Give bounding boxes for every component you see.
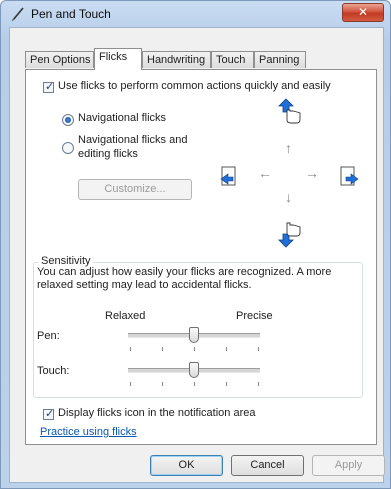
tab-pen-options[interactable]: Pen Options	[25, 51, 94, 68]
arrow-up-icon: ↑	[285, 140, 292, 156]
navigational-flicks-radio[interactable]	[62, 114, 74, 126]
precise-label: Precise	[236, 310, 273, 322]
touch-slider-tick	[162, 382, 163, 386]
checkmark-icon: ✓	[45, 81, 55, 93]
touch-slider-tick	[194, 382, 195, 386]
arrow-right-icon: →	[305, 165, 319, 181]
pen-slider-tick	[130, 347, 131, 351]
display-flicks-icon-label: Display flicks icon in the notification …	[58, 407, 256, 419]
touch-label: Touch:	[37, 365, 70, 377]
tab-touch[interactable]: Touch	[211, 51, 254, 68]
tab-panning[interactable]: Panning	[254, 51, 306, 68]
pen-slider-tick	[162, 347, 163, 351]
checkmark-icon: ✓	[45, 408, 55, 420]
sensitivity-description-line1: You can adjust how easily your flicks ar…	[37, 266, 332, 278]
ok-button[interactable]: OK	[150, 455, 223, 476]
pen-slider-tick	[194, 347, 195, 351]
arrow-down-icon: ↓	[285, 189, 292, 205]
customize-button[interactable]: Customize...	[78, 179, 192, 200]
sensitivity-description-line2: relaxed setting may lead to accidental f…	[37, 279, 252, 291]
navigational-flicks-label: Navigational flicks	[78, 112, 167, 124]
pen-slider-tick	[258, 347, 259, 351]
pen-label: Pen:	[37, 330, 60, 342]
window-title: Pen and Touch	[31, 7, 111, 21]
apply-button[interactable]: Apply	[312, 455, 385, 476]
tab-flicks[interactable]: Flicks	[94, 48, 142, 70]
touch-slider-thumb[interactable]	[189, 362, 199, 378]
use-flicks-checkbox[interactable]: ✓	[43, 81, 55, 93]
pen-slider-thumb[interactable]	[189, 327, 199, 343]
touch-slider-tick	[258, 382, 259, 386]
flick-forward-page-icon	[340, 166, 359, 186]
navigational-editing-flicks-radio[interactable]	[62, 142, 74, 154]
practice-using-flicks-link[interactable]: Practice using flicks	[40, 426, 137, 438]
pen-slider-tick	[226, 347, 227, 351]
close-button[interactable]: ✕	[342, 3, 384, 22]
title-bar: Pen and Touch ✕	[1, 1, 390, 27]
radio-selected-dot	[65, 117, 71, 123]
touch-slider-tick	[130, 382, 131, 386]
navigational-editing-label-line2: editing flicks	[78, 148, 138, 160]
tab-handwriting[interactable]: Handwriting	[142, 51, 211, 68]
cancel-button[interactable]: Cancel	[231, 455, 304, 476]
pen-icon	[11, 7, 24, 22]
arrow-left-icon: ←	[258, 165, 272, 181]
display-flicks-icon-checkbox[interactable]: ✓	[43, 408, 55, 420]
touch-slider-tick	[226, 382, 227, 386]
flick-back-page-icon	[220, 166, 236, 186]
navigational-editing-label-line1: Navigational flicks and	[78, 134, 188, 146]
relaxed-label: Relaxed	[105, 310, 146, 322]
flick-up-hand-icon	[278, 98, 301, 124]
flick-down-hand-icon	[278, 222, 301, 248]
use-flicks-label: Use flicks to perform common actions qui…	[58, 80, 331, 92]
